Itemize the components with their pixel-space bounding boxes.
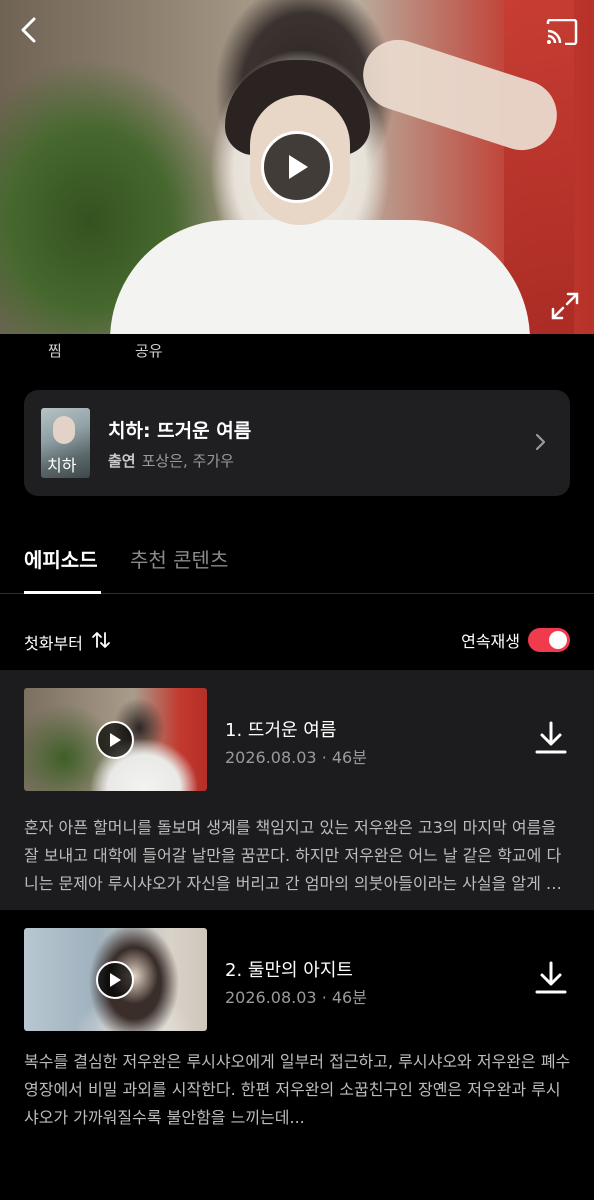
sort-label: 첫화부터	[24, 634, 83, 653]
series-title: 치하: 뜨거운 여름	[108, 420, 252, 442]
download-icon[interactable]	[534, 960, 568, 996]
back-arrow-icon[interactable]	[10, 10, 50, 50]
cast-names: 포상은, 주가우	[141, 452, 234, 470]
episode-description: 혼자 아픈 할머니를 돌보며 생계를 책임지고 있는 저우완은 고3의 마지막 …	[24, 818, 562, 893]
like-button[interactable]: 찜	[48, 340, 62, 361]
episode-title: 2. 둘만의 아지트	[225, 960, 353, 981]
episode-date: 2026.08.03	[225, 748, 317, 767]
play-icon[interactable]	[261, 131, 333, 203]
episode-date: 2026.08.03	[225, 988, 317, 1007]
episode-meta: 2026.08.03 · 46분	[225, 988, 367, 1007]
episode-description: 복수를 결심한 저우완은 루시샤오에게 일부러 접근하고, 루시샤오와 저우완은…	[24, 1052, 571, 1127]
chevron-right-icon	[528, 430, 552, 454]
toggle-knob	[549, 631, 567, 649]
episode-duration: 46분	[331, 748, 367, 767]
sort-order-button[interactable]: 첫화부터	[24, 630, 111, 654]
episode-thumbnail[interactable]	[24, 688, 207, 791]
series-info-card[interactable]: 치하 치하: 뜨거운 여름 출연 포상은, 주가우	[24, 390, 570, 496]
tab-recommended[interactable]: 추천 콘텐츠	[130, 544, 228, 573]
series-cast: 출연 포상은, 주가우	[108, 450, 234, 471]
content-tabs: 에피소드 추천 콘텐츠	[0, 540, 594, 594]
autoplay-setting: 연속재생	[461, 628, 570, 652]
poster-figure	[53, 416, 75, 444]
cast-icon[interactable]	[542, 12, 582, 52]
episode-item[interactable]: 1. 뜨거운 여름 2026.08.03 · 46분 혼자 아픈 할머니를 돌보…	[0, 670, 594, 910]
share-button[interactable]: 공유	[135, 340, 163, 361]
hero-figure-shirt	[110, 220, 530, 334]
active-tab-indicator	[24, 591, 101, 594]
episode-meta: 2026.08.03 · 46분	[225, 748, 367, 767]
poster-title-text: 치하	[47, 456, 77, 475]
action-row: 찜 공유	[0, 340, 594, 362]
video-player[interactable]	[0, 0, 594, 334]
play-icon[interactable]	[96, 961, 134, 999]
sort-arrows-icon	[91, 631, 111, 653]
episode-thumbnail[interactable]	[24, 928, 207, 1031]
fullscreen-icon[interactable]	[545, 286, 585, 326]
episode-title: 1. 뜨거운 여름	[225, 720, 337, 741]
episode-duration: 46분	[331, 988, 367, 1007]
play-icon[interactable]	[96, 721, 134, 759]
autoplay-toggle[interactable]	[528, 628, 570, 652]
download-icon[interactable]	[534, 720, 568, 756]
tab-episodes[interactable]: 에피소드	[24, 544, 98, 573]
cast-label: 출연	[108, 452, 136, 470]
series-poster: 치하	[41, 408, 90, 478]
autoplay-label: 연속재생	[461, 632, 520, 651]
episode-item[interactable]: 2. 둘만의 아지트 2026.08.03 · 46분 복수를 결심한 저우완은…	[0, 910, 594, 1170]
